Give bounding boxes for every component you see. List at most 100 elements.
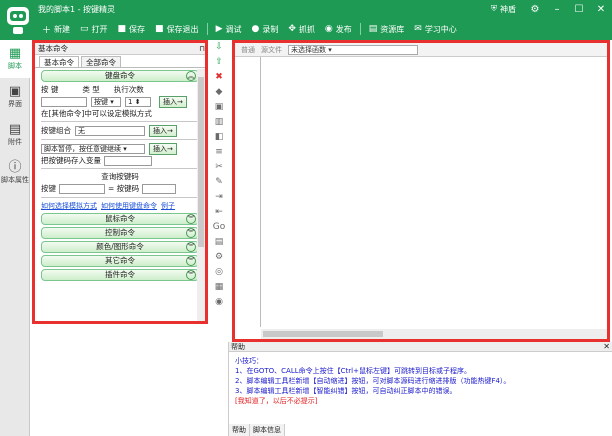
delete-icon[interactable]: ✖ xyxy=(210,70,228,85)
panel-title: 基本命令 xyxy=(38,44,68,53)
nav-label: 附件 xyxy=(8,138,22,146)
scrollbar-thumb[interactable] xyxy=(263,331,383,337)
toolbar-open-button[interactable]: ▭ 打开 xyxy=(76,24,112,35)
help-title-bar: 帮助 ✕ xyxy=(229,342,612,352)
script-editor: 普通 源文件 未选择函数 ▾ xyxy=(232,40,610,342)
help-body: 小技巧： 1、在GOTO、CALL命令上按住【Ctrl+鼠标左键】可跳转到目标或… xyxy=(229,352,612,424)
pause-value: 脚本暂停，按任意键继续 xyxy=(44,144,121,153)
panel-header: 基本命令 ⊓ xyxy=(35,43,205,55)
nav-label: 脚本属性 xyxy=(1,176,29,184)
settings-icon[interactable]: ⚙ xyxy=(210,250,228,265)
window-controls: ⛨ 神盾 ⚙ – ☐ ✕ xyxy=(491,0,612,18)
insert-pause-button[interactable]: 插入→ xyxy=(149,142,177,155)
dismiss-tips-link[interactable]: [我知道了，以后不必提示] xyxy=(235,396,606,406)
combo-value: 无 xyxy=(78,126,85,135)
nav-item-ui[interactable]: ▣ 界面 xyxy=(0,78,30,116)
function-select[interactable]: 未选择函数 ▾ xyxy=(288,44,418,55)
insert-key-button[interactable]: 插入→ xyxy=(159,95,187,108)
comment-icon[interactable]: ≡ xyxy=(210,145,228,160)
panel-scrollbar[interactable] xyxy=(197,69,205,321)
toolbar-learning-button[interactable]: ✉ 学习中心 xyxy=(410,24,461,35)
command-section-header[interactable]: 鼠标命令 ︾ xyxy=(41,213,199,225)
pause-select[interactable]: 脚本暂停，按任意键继续 ▾ xyxy=(41,143,145,154)
new-icon: ＋ xyxy=(42,25,52,36)
nav-label: 界面 xyxy=(8,100,22,108)
command-section-header[interactable]: 控制命令 ︾ xyxy=(41,227,199,239)
goto-icon[interactable]: Go xyxy=(210,220,228,235)
clear-icon[interactable]: ◆ xyxy=(210,85,228,100)
command-panel: 基本命令 ⊓ 基本命令 全部命令 键盘命令 ︽ 按 键 类 型 执行次数 按键 … xyxy=(32,40,208,324)
save-var-input[interactable] xyxy=(104,155,152,166)
keyboard-section-label: 键盘命令 xyxy=(105,71,135,80)
copy-icon[interactable]: ▥ xyxy=(210,115,228,130)
editor-hscrollbar[interactable] xyxy=(261,329,607,339)
toolbar-record-button[interactable]: ● 录制 xyxy=(247,24,282,35)
image-icon[interactable]: ▦ xyxy=(210,280,228,295)
minimize-button[interactable]: – xyxy=(546,4,568,15)
close-button[interactable]: ✕ xyxy=(590,4,612,15)
move-down-icon[interactable]: ⇩ xyxy=(210,40,228,55)
save-icon[interactable]: ▣ xyxy=(210,100,228,115)
view-icon[interactable]: ◉ xyxy=(210,295,228,310)
toolbar-publish-button[interactable]: ◉ 发布 xyxy=(321,24,356,35)
keyboard-section-header[interactable]: 键盘命令 ︽ xyxy=(41,70,199,82)
link-keyboard-help[interactable]: 如何使用键盘命令 xyxy=(101,201,157,211)
query-key-input[interactable] xyxy=(59,183,105,194)
save-icon: ■ xyxy=(117,24,127,34)
tip-heading: 小技巧： xyxy=(235,357,263,365)
close-icon[interactable]: ✕ xyxy=(603,342,610,352)
user-account[interactable]: ⛨ 神盾 xyxy=(491,4,516,15)
tab-all-commands[interactable]: 全部命令 xyxy=(81,56,121,67)
move-up-icon[interactable]: ⇧ xyxy=(210,55,228,70)
toolbar-label: 调试 xyxy=(225,24,242,34)
query-key-label: 按键 xyxy=(41,184,56,193)
toolbar-resource-button[interactable]: ▤ 资源库 xyxy=(365,24,409,35)
open-icon: ▭ xyxy=(80,24,89,34)
command-section-header[interactable]: 插件命令 ︾ xyxy=(41,269,199,281)
script-icon: ▦ xyxy=(8,46,22,61)
ui-icon: ▣ xyxy=(8,84,22,99)
link-example[interactable]: 例子 xyxy=(161,201,175,211)
list-icon[interactable]: ▤ xyxy=(210,235,228,250)
combo-input[interactable]: 无 xyxy=(75,125,145,136)
toolbar-capture-button[interactable]: ✥ 抓抓 xyxy=(284,24,319,35)
type-select[interactable]: 按键 ▾ xyxy=(91,96,121,107)
source-mode-tab[interactable]: 源文件 xyxy=(261,45,282,55)
tab-basic-commands[interactable]: 基本命令 xyxy=(39,56,79,67)
command-section-header[interactable]: 其它命令 ︾ xyxy=(41,255,199,267)
tab-script-info[interactable]: 脚本信息 xyxy=(250,424,285,436)
indent-icon[interactable]: ⇥ xyxy=(210,190,228,205)
command-section-header[interactable]: 颜色/图形命令 ︾ xyxy=(41,241,199,253)
save-var-label: 把按键码存入变量 xyxy=(41,156,101,165)
toolbar-save-button[interactable]: ■ 保存 xyxy=(114,24,150,35)
link-sim-mode[interactable]: 如何选择模拟方式 xyxy=(41,201,97,211)
nav-item-script[interactable]: ▦ 脚本 xyxy=(0,40,30,78)
tip-line: 2、脚本编辑工具栏新增【自动缩进】按钮，可对脚本源码进行缩进排版（功能热键F4）… xyxy=(235,377,511,385)
toolbar-label: 资源库 xyxy=(380,24,405,34)
cut-icon[interactable]: ✂ xyxy=(210,160,228,175)
help-title: 帮助 xyxy=(231,343,245,351)
resource-icon: ▤ xyxy=(368,24,378,34)
edit-icon[interactable]: ✎ xyxy=(210,175,228,190)
toolbar-save-exit-button[interactable]: ■ 保存退出 xyxy=(151,24,203,35)
times-stepper[interactable]: 1 ⬍ xyxy=(125,96,151,107)
nav-item-property[interactable]: ⓘ 脚本属性 xyxy=(0,154,30,192)
nav-item-attachment[interactable]: ▤ 附件 xyxy=(0,116,30,154)
toolbar-new-button[interactable]: ＋新建 xyxy=(38,23,74,36)
key-input[interactable] xyxy=(41,96,87,107)
watch-icon[interactable]: ◎ xyxy=(210,265,228,280)
toolbar-label: 打开 xyxy=(91,24,108,34)
tip-line: 1、在GOTO、CALL命令上按住【Ctrl+鼠标左键】可跳转到目标或子程序。 xyxy=(235,367,471,375)
insert-combo-button[interactable]: 插入→ xyxy=(149,124,177,137)
toolbar-debug-button[interactable]: ▶ 调试 xyxy=(212,24,246,35)
pin-icon[interactable]: ⊓ xyxy=(199,43,205,54)
maximize-button[interactable]: ☐ xyxy=(568,4,590,15)
settings-icon[interactable]: ⚙ xyxy=(524,4,546,15)
scrollbar-thumb[interactable] xyxy=(198,77,204,247)
normal-mode-tab[interactable]: 普通 xyxy=(241,45,255,55)
tab-help[interactable]: 帮助 xyxy=(229,424,250,436)
outdent-icon[interactable]: ⇤ xyxy=(210,205,228,220)
paste-icon[interactable]: ◧ xyxy=(210,130,228,145)
divider xyxy=(41,197,199,198)
divider xyxy=(41,121,199,122)
